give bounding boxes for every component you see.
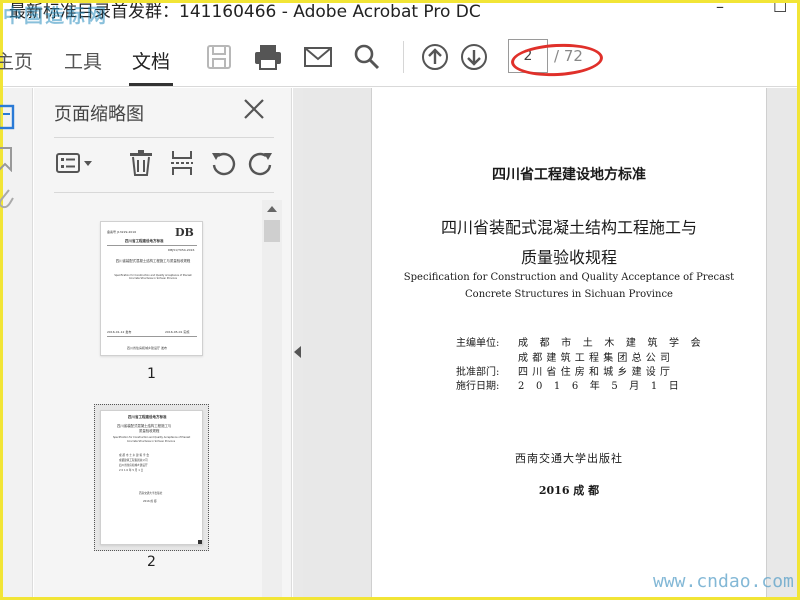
thumb-org: 四川省工程建设地方标准	[125, 239, 164, 243]
left-icon-strip	[0, 88, 33, 597]
thumbnail-page-number-2: 2	[147, 554, 156, 570]
thumbnail-scrollbar[interactable]	[262, 200, 282, 597]
document-scrollbar[interactable]	[779, 88, 797, 597]
thumb-title-cn: 四川省装配式混凝土结构工程施工与质量验收规程	[115, 259, 191, 263]
close-panel-icon[interactable]	[241, 96, 267, 122]
print-icon[interactable]	[251, 41, 285, 73]
thumbnail-page-2[interactable]: 四川省工程建设地方标准 四川省装配式混凝土结构工程施工与 质量验收规程 Spec…	[100, 410, 203, 545]
bookmarks-icon[interactable]	[0, 146, 15, 176]
thumb2-standard-type: 四川省工程建设地方标准	[128, 415, 167, 419]
thumb2-year-place: 2016 成 都	[143, 500, 157, 503]
thumb-issuer: 四川省住房和城乡建设厅 发布	[127, 346, 167, 350]
doc-standard-type: 四川省工程建设地方标准	[492, 167, 646, 183]
info-value: 四川省住房和城乡建设厅	[518, 367, 675, 378]
site-watermark-bottom: www.cndao.com	[653, 571, 794, 592]
info-label: 批准部门:	[456, 367, 500, 378]
toolbar-divider	[403, 41, 404, 73]
panel-collapse-handle[interactable]	[293, 88, 303, 597]
email-icon[interactable]	[301, 41, 335, 73]
info-value: 2 0 1 6 年 5 月 1 日	[518, 381, 684, 392]
tab-tools[interactable]: 工具	[64, 47, 102, 74]
panel-title: 页面缩略图	[54, 104, 144, 125]
info-label: 施行日期:	[456, 381, 500, 392]
thumb-header-left: 备案号 J13229-2016	[107, 230, 137, 234]
site-watermark-top: 中国造标网	[3, 5, 109, 25]
page-up-icon[interactable]	[418, 41, 452, 73]
save-icon[interactable]	[202, 41, 236, 73]
scroll-up-arrow-icon[interactable]	[267, 206, 277, 212]
thumb-standard-no: DBJ51/T054-2016	[168, 248, 195, 252]
panel-divider-top	[54, 137, 274, 138]
main-toolbar: 主页 工具 文档 2 / 72	[0, 27, 797, 87]
minimize-button[interactable]: –	[716, 3, 724, 16]
thumb-issue-date: 2016-01-12 发布	[107, 330, 132, 334]
thumbnail-page-number-1: 1	[147, 366, 156, 382]
delete-icon[interactable]	[126, 148, 156, 178]
doc-title-en-line1: Specification for Construction and Quali…	[403, 272, 735, 283]
collapse-arrow-icon[interactable]	[294, 346, 301, 358]
extract-icon[interactable]	[167, 148, 197, 178]
thumb-impl-date: 2016-05-01 实施	[165, 330, 190, 334]
thumb2-publisher: 西南交通大学出版社	[139, 492, 163, 495]
title-bar: 最新标准目录首发群：141160466 - Adobe Acrobat Pro …	[3, 3, 797, 25]
thumbnail-panel: 页面缩略图 备案号 J13229-2016 DB 四川省工程建设地方标准 DBJ…	[34, 88, 292, 597]
thumb-title-en: Specification for Construction and Quali…	[114, 274, 192, 280]
document-view: 四川省工程建设地方标准 四川省装配式混凝土结构工程施工与 质量验收规程 Spec…	[303, 88, 797, 597]
doc-title-line1: 四川省装配式混凝土结构工程施工与	[440, 218, 697, 237]
doc-title-en-line2: Concrete Structures in Sichuan Province	[465, 289, 673, 300]
doc-year-place: 2016 成 都	[538, 484, 600, 497]
options-menu-icon[interactable]	[54, 148, 96, 178]
page-thumbnails-icon[interactable]	[0, 104, 17, 136]
thumb2-title-line2: 质量验收规程	[139, 429, 160, 433]
rotate-right-icon[interactable]	[246, 148, 276, 178]
info-value: 成都建筑工程集团总公司	[518, 353, 675, 364]
thumb2-info-1: 成都建筑工程集团总公司	[119, 459, 148, 462]
doc-title-line2: 质量验收规程	[520, 248, 617, 267]
thumb2-title-en-line1: Specification for Construction and Quali…	[113, 436, 191, 439]
rotate-left-icon[interactable]	[208, 148, 238, 178]
tab-document[interactable]: 文档	[132, 47, 170, 74]
info-label: 主编单位:	[456, 338, 500, 349]
document-page: 四川省工程建设地方标准 四川省装配式混凝土结构工程施工与 质量验收规程 Spec…	[371, 88, 767, 597]
thumbnail-page-1[interactable]: 备案号 J13229-2016 DB 四川省工程建设地方标准 DBJ51/T05…	[100, 221, 203, 356]
scroll-thumb[interactable]	[264, 220, 280, 242]
attachments-icon[interactable]	[0, 186, 15, 216]
active-tab-indicator	[129, 83, 173, 86]
maximize-button[interactable]: ☐	[773, 3, 787, 16]
thumb2-corner-marker	[198, 540, 202, 544]
thumb2-title-en-line2: Concrete Structures in Sichuan Province	[127, 440, 176, 443]
panel-divider-bottom	[54, 192, 274, 193]
thumb2-info-0: 成 都 市 土 木 建 筑 学 会	[119, 454, 149, 457]
search-icon[interactable]	[350, 41, 384, 73]
page-down-icon[interactable]	[457, 41, 491, 73]
doc-publisher: 西南交通大学出版社	[515, 452, 623, 465]
info-value: 成 都 市 土 木 建 筑 学 会	[518, 338, 705, 349]
thumb2-info-2: 四川省住房和城乡建设厅	[119, 464, 148, 467]
thumb2-info-3: 2 0 1 6 年 5 月 1 日	[119, 469, 144, 472]
tab-home[interactable]: 主页	[0, 47, 33, 74]
thumb-logo: DB	[175, 226, 194, 239]
